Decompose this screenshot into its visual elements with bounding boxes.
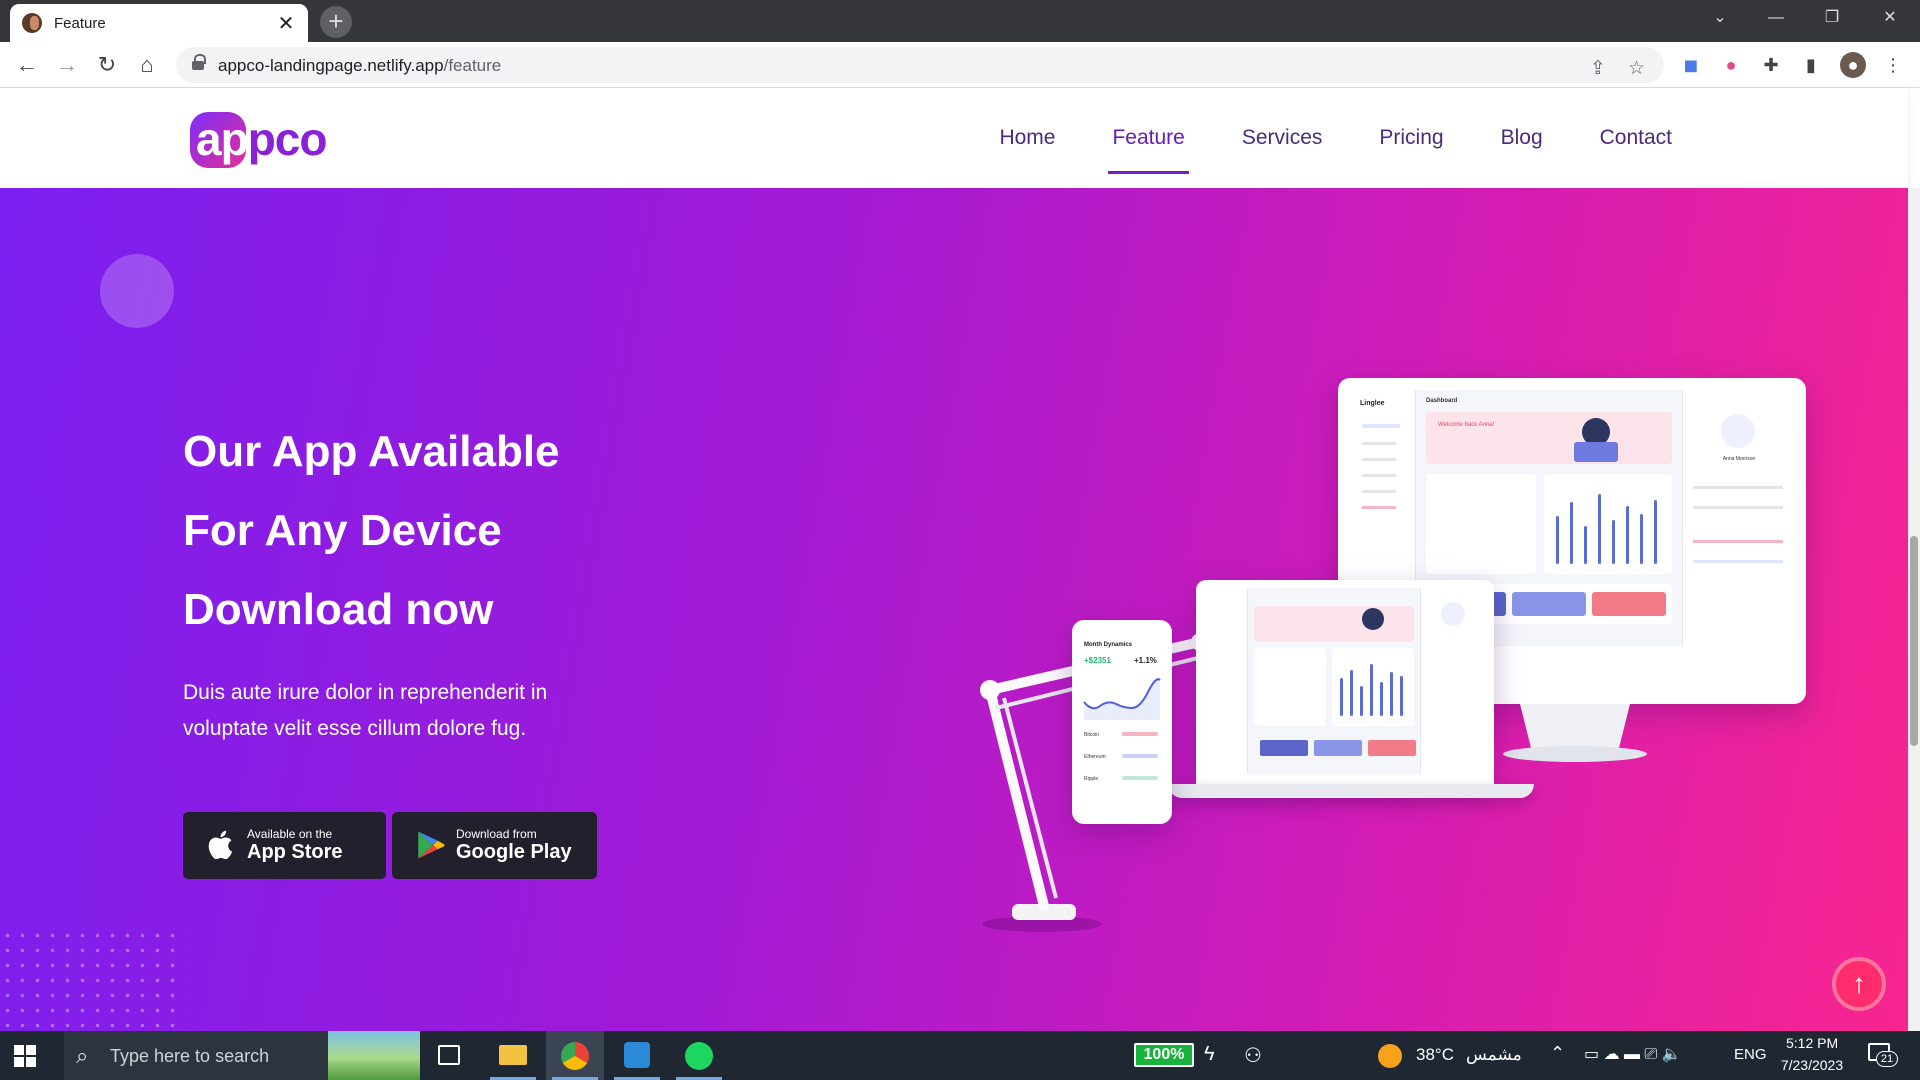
people-icon[interactable]: ⚇ <box>1244 1043 1262 1068</box>
close-window-button[interactable]: ✕ <box>1862 0 1918 36</box>
charging-icon: ϟ <box>1204 1043 1215 1065</box>
address-bar[interactable]: appco-landingpage.netlify.app/feature ⇪ … <box>176 47 1664 83</box>
apple-icon <box>208 830 233 860</box>
task-view-icon[interactable] <box>420 1031 478 1080</box>
back-to-top-button[interactable]: ↑ <box>1832 957 1886 1011</box>
monitor-welcome-banner: Welcome back Anna! <box>1426 412 1672 464</box>
hero-section: Our App Available For Any Device Downloa… <box>0 188 1908 1031</box>
url-text[interactable]: appco-landingpage.netlify.app/feature <box>218 56 501 76</box>
logo-wordmark: appco <box>196 113 327 165</box>
reload-icon[interactable]: ↻ <box>92 50 122 80</box>
phone-row: Ethereum <box>1084 754 1106 760</box>
spotify-taskbar-icon[interactable] <box>670 1031 728 1080</box>
monitor-app-name: Linglee <box>1360 400 1385 407</box>
weather-condition[interactable]: مشمس <box>1466 1045 1522 1065</box>
laptop-base <box>1168 784 1534 798</box>
app-store-label: App Store <box>247 841 343 863</box>
forward-arrow-icon[interactable]: → <box>52 50 82 80</box>
phone-row: Ripple <box>1084 776 1099 782</box>
menu-kebab-icon[interactable]: ⋮ <box>1880 52 1906 78</box>
weather-sun-icon[interactable] <box>1378 1044 1402 1068</box>
monitor-page-title: Dashboard <box>1426 398 1458 404</box>
laptop-mockup <box>1196 580 1494 784</box>
hero-title-line: For Any Device <box>183 506 502 555</box>
google-play-small-label: Download from <box>456 827 537 841</box>
tab-title: Feature <box>54 14 106 32</box>
decorative-dot-grid <box>0 928 186 1028</box>
lock-icon[interactable] <box>192 54 206 71</box>
clock-time[interactable]: 5:12 PM <box>1786 1035 1838 1051</box>
google-play-icon <box>418 831 445 859</box>
restore-button[interactable]: ❐ <box>1804 0 1860 36</box>
phone-line-chart <box>1083 678 1161 720</box>
notification-center-icon[interactable]: 21 <box>1868 1043 1898 1067</box>
monitor-stand <box>1503 704 1647 762</box>
language-indicator[interactable]: ENG <box>1734 1046 1767 1063</box>
file-explorer-icon[interactable] <box>484 1031 542 1080</box>
browser-tab-strip: Feature ✕ + ⌄ — ❐ ✕ <box>0 0 1920 42</box>
profile-avatar[interactable]: ● <box>1840 52 1866 78</box>
nav-services[interactable]: Services <box>1222 88 1343 188</box>
tab-close-icon[interactable]: ✕ <box>276 11 296 36</box>
app-store-button[interactable]: Available on the App Store <box>183 812 386 879</box>
vscode-taskbar-icon[interactable] <box>608 1031 666 1080</box>
app-store-small-label: Available on the <box>247 827 333 841</box>
hero-title-line: Our App Available <box>183 427 560 476</box>
show-hidden-icons-chevron-icon[interactable]: ⌃ <box>1550 1043 1565 1064</box>
bookmark-star-icon[interactable]: ☆ <box>1628 57 1645 80</box>
clock-date[interactable]: 7/23/2023 <box>1776 1057 1848 1073</box>
share-icon[interactable]: ⇪ <box>1590 57 1606 80</box>
hero-subtitle: Duis aute irure dolor in reprehenderit i… <box>183 681 548 740</box>
minimize-button[interactable]: — <box>1748 0 1804 36</box>
hero-title-line: Download now <box>183 585 494 634</box>
google-play-button[interactable]: Download from Google Play <box>392 812 597 879</box>
new-tab-button[interactable]: + <box>320 6 352 38</box>
notification-count: 21 <box>1876 1051 1898 1067</box>
extensions-puzzle-icon[interactable]: ✚ <box>1758 52 1784 78</box>
battery-indicator[interactable]: 100% <box>1134 1043 1194 1067</box>
page-scrollbar[interactable] <box>1908 188 1920 1031</box>
home-icon[interactable]: ⌂ <box>132 50 162 80</box>
monitor-welcome-text: Welcome back Anna! <box>1438 422 1495 428</box>
translate-extension-icon[interactable]: ◼ <box>1678 52 1704 78</box>
phone-mockup: Month Dynamics +$2351 +1.1% Bitcoin Ethe… <box>1072 620 1172 824</box>
phone-change: +1.1% <box>1134 656 1157 665</box>
weather-temperature[interactable]: 38°C <box>1416 1045 1454 1065</box>
taskbar-search-placeholder: Type here to search <box>110 1046 270 1066</box>
search-icon: ⌕ <box>76 1043 89 1068</box>
decorative-bubble <box>100 254 174 328</box>
phone-row: Bitcoin <box>1084 732 1100 738</box>
phone-title: Month Dynamics <box>1084 642 1133 648</box>
browser-tab[interactable]: Feature ✕ <box>10 4 308 42</box>
nav-home[interactable]: Home <box>979 88 1075 188</box>
windows-start-icon[interactable] <box>14 1045 36 1067</box>
windows-taskbar: ⌕ Type here to search 100% ϟ ⚇ 38°C مشمس… <box>0 1031 1920 1080</box>
phone-value: +$2351 <box>1084 656 1111 665</box>
google-play-label: Google Play <box>456 841 572 863</box>
color-extension-icon[interactable]: ● <box>1718 52 1744 78</box>
search-highlight-image <box>328 1031 420 1080</box>
tab-search-icon[interactable]: ⌄ <box>1692 0 1748 36</box>
back-arrow-icon[interactable]: ← <box>12 50 42 80</box>
main-nav: Home Feature Services Pricing Blog Conta… <box>962 88 1692 188</box>
system-tray-icons[interactable]: ▭ ☁ ▬ ⎚ 🔈 <box>1584 1044 1682 1064</box>
nav-blog[interactable]: Blog <box>1481 88 1563 188</box>
hero-title: Our App Available For Any Device Downloa… <box>183 412 883 649</box>
taskbar-search-box[interactable]: ⌕ Type here to search <box>64 1031 420 1080</box>
nav-pricing[interactable]: Pricing <box>1359 88 1463 188</box>
site-header: appco Home Feature Services Pricing Blog… <box>0 88 1908 188</box>
nav-contact[interactable]: Contact <box>1580 88 1692 188</box>
side-panel-icon[interactable]: ▮ <box>1798 52 1824 78</box>
monitor-user-name: Anna Morrison <box>1722 456 1756 462</box>
scrollbar-thumb[interactable] <box>1910 536 1918 746</box>
site-favicon-icon <box>22 13 42 33</box>
chrome-taskbar-icon[interactable] <box>546 1031 604 1080</box>
browser-toolbar: ← → ↻ ⌂ appco-landingpage.netlify.app/fe… <box>0 42 1920 88</box>
nav-feature[interactable]: Feature <box>1092 88 1204 188</box>
